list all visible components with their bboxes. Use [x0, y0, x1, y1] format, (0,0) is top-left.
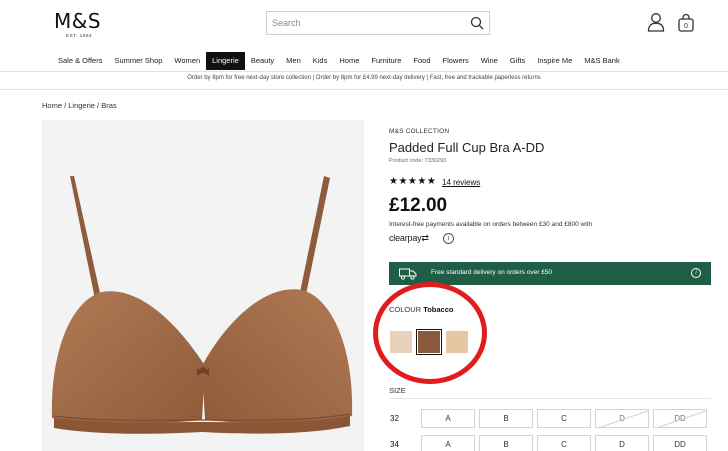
nav-men[interactable]: Men: [280, 52, 307, 70]
nav-furniture[interactable]: Furniture: [365, 52, 407, 70]
search-input[interactable]: [267, 12, 457, 34]
nav-home[interactable]: Home: [333, 52, 365, 70]
ms-logo[interactable]: M&S EST. 1884: [54, 10, 110, 38]
nav-lingerie[interactable]: Lingerie: [206, 52, 245, 70]
band-size-34: 34: [390, 440, 399, 449]
size-34a-button[interactable]: A: [421, 435, 475, 451]
rating-stars: ★★★★★: [389, 176, 437, 187]
logo-text: M&S: [54, 9, 102, 33]
product-title: Padded Full Cup Bra A-DD: [389, 140, 545, 155]
breadcrumb[interactable]: Home / Lingerie / Bras: [42, 101, 117, 110]
clearpay-wordmark: clearpay: [389, 233, 422, 243]
product-brand: M&S COLLECTION: [389, 128, 450, 135]
size-32dd-button[interactable]: DD: [653, 409, 707, 428]
nav-wine[interactable]: Wine: [475, 52, 504, 70]
size-32c-button[interactable]: C: [537, 409, 591, 428]
bra-image: [51, 176, 353, 434]
nav-ms-bank[interactable]: M&S Bank: [578, 52, 625, 70]
nav-sale-offers[interactable]: Sale & Offers: [52, 52, 108, 70]
size-divider: [389, 398, 711, 399]
product-price: £12.00: [389, 195, 448, 216]
product-image[interactable]: [42, 120, 364, 451]
delivery-text: Free standard delivery on orders over £5…: [431, 269, 553, 276]
band-size-32: 32: [390, 414, 399, 423]
size-34dd-button[interactable]: DD: [653, 435, 707, 451]
main-nav: Sale & Offers Summer Shop Women Lingerie…: [52, 52, 626, 70]
search-box: [266, 11, 490, 35]
size-32a-button[interactable]: A: [421, 409, 475, 428]
delivery-info-icon[interactable]: i: [691, 268, 701, 278]
reviews-link[interactable]: 14 reviews: [442, 178, 480, 187]
clearpay-logo: clearpay⇄: [389, 233, 429, 244]
svg-text:0: 0: [684, 23, 688, 30]
account-icon[interactable]: [647, 12, 665, 32]
nav-inspire-me[interactable]: Inspire Me: [531, 52, 578, 70]
size-34b-button[interactable]: B: [479, 435, 533, 451]
truck-icon: [399, 268, 417, 280]
clearpay-message: Interest-free payments available on orde…: [389, 221, 593, 228]
nav-flowers[interactable]: Flowers: [437, 52, 475, 70]
size-label: SIZE: [389, 386, 406, 395]
promo-divider: [0, 89, 728, 90]
nav-beauty[interactable]: Beauty: [245, 52, 280, 70]
product-code: Product code: T330293: [389, 158, 447, 164]
nav-divider: [0, 71, 728, 72]
nav-gifts[interactable]: Gifts: [504, 52, 531, 70]
search-icon[interactable]: [470, 16, 484, 30]
nav-summer-shop[interactable]: Summer Shop: [108, 52, 168, 70]
promo-bar[interactable]: Order by 8pm for free next-day store col…: [0, 75, 728, 81]
size-32b-button[interactable]: B: [479, 409, 533, 428]
nav-women[interactable]: Women: [168, 52, 206, 70]
nav-kids[interactable]: Kids: [307, 52, 334, 70]
size-34c-button[interactable]: C: [537, 435, 591, 451]
clearpay-arrow-icon: ⇄: [421, 233, 429, 243]
size-32d-button[interactable]: D: [595, 409, 649, 428]
size-34d-button[interactable]: D: [595, 435, 649, 451]
logo-established: EST. 1884: [66, 33, 93, 38]
site-header: M&S EST. 1884 0: [0, 0, 728, 50]
bag-icon[interactable]: 0: [677, 13, 695, 32]
clearpay-info-icon[interactable]: i: [443, 233, 454, 244]
nav-food[interactable]: Food: [407, 52, 436, 70]
annotation-highlight-circle: [373, 282, 487, 384]
